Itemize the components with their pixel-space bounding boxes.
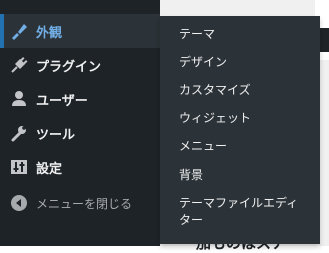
plugin-icon [9, 55, 29, 75]
submenu-item-customize[interactable]: カスタマイズ [179, 81, 319, 99]
submenu-item-theme-file-editor[interactable]: テーマファイルエディ [179, 194, 319, 212]
menu-item-label: プラグイン [36, 59, 102, 75]
settings-icon [9, 157, 29, 177]
submenu-item-themes[interactable]: テーマ [179, 25, 319, 43]
appearance-flyout-submenu: テーマ デザイン カスタマイズ ウィジェット メニュー 背景 テーマファイルエデ… [160, 16, 320, 244]
menu-item-settings[interactable]: 設定 [0, 150, 160, 184]
users-icon [9, 89, 29, 109]
collapse-menu-button[interactable]: メニューを閉じる [0, 186, 160, 220]
menu-item-plugins[interactable]: プラグイン [0, 48, 160, 82]
collapse-menu-label: メニューを閉じる [36, 196, 133, 211]
menu-item-tools[interactable]: ツール [0, 116, 160, 150]
submenu-item-menus[interactable]: メニュー [179, 137, 319, 155]
menu-item-label: 設定 [36, 161, 63, 177]
paintbrush-icon [9, 21, 29, 41]
submenu-pointer [152, 24, 160, 40]
menu-item-users[interactable]: ユーザー [0, 82, 160, 116]
menu-item-label: 外観 [36, 25, 63, 41]
menu-item-label: ツール [36, 127, 76, 143]
collapse-arrow-icon [9, 193, 29, 213]
submenu-item-background[interactable]: 背景 [179, 166, 319, 184]
submenu-item-widgets[interactable]: ウィジェット [179, 109, 319, 127]
submenu-item-theme-file-editor-cont[interactable]: ター [179, 211, 319, 229]
submenu-item-design[interactable]: デザイン [179, 53, 319, 71]
menu-item-appearance[interactable]: 外観 [0, 14, 160, 48]
wrench-icon [9, 123, 29, 143]
admin-sidebar-menu: 外観 プラグイン ユーザー ツール 設定 メニューを閉じる [0, 0, 160, 246]
menu-item-label: ユーザー [36, 93, 88, 109]
page-dark-edge [320, 28, 329, 52]
